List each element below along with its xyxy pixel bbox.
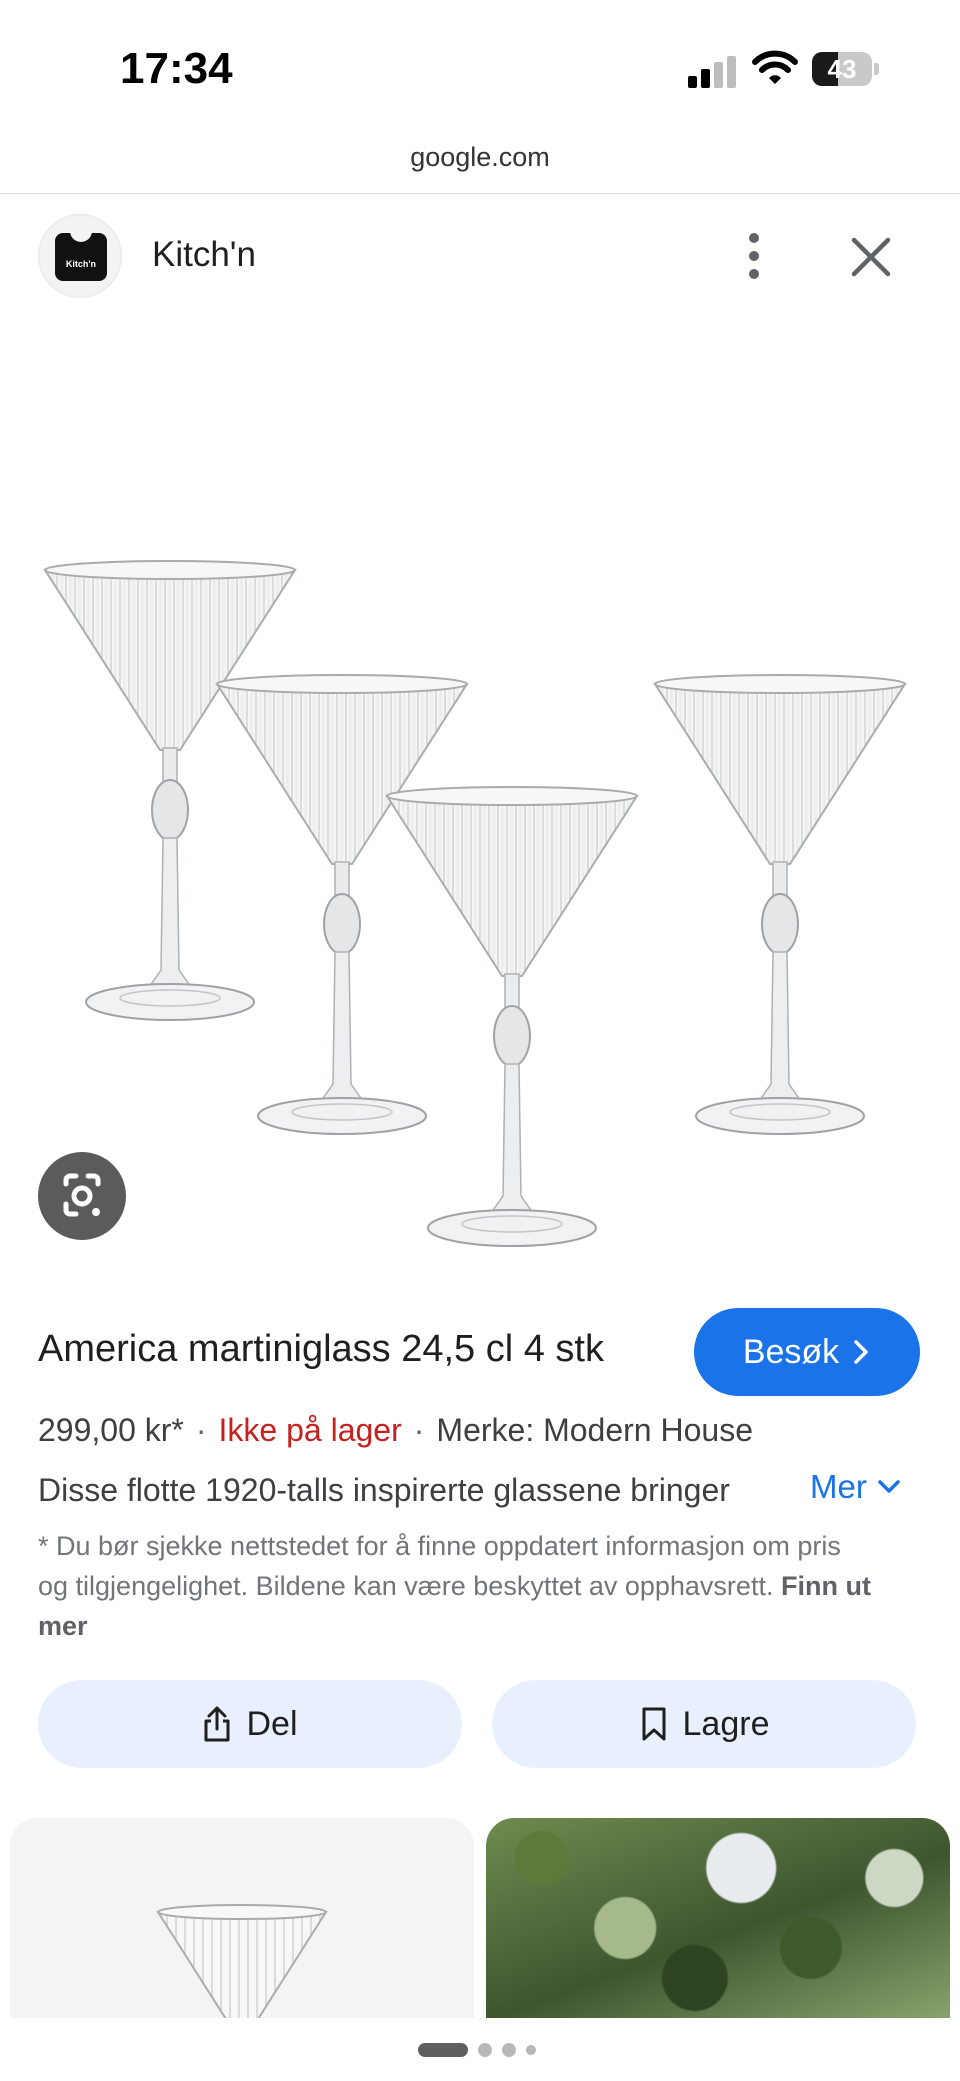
share-button[interactable]: Del [38,1680,462,1768]
separator: · [413,1412,425,1448]
save-button[interactable]: Lagre [492,1680,916,1768]
divider [0,193,960,194]
source-name[interactable]: Kitch'n [152,235,256,275]
page-dot [526,2045,536,2055]
logo-text: Kitch'n [65,259,97,269]
battery-percentage: 43 [827,54,857,84]
page-dot [502,2043,516,2057]
page-dot-active [418,2043,468,2057]
wifi-icon [752,50,798,84]
product-title: America martiniglass 24,5 cl 4 stk [38,1328,604,1370]
chevron-down-icon [878,1480,900,1493]
price: 299,00 kr* [38,1412,184,1448]
product-image[interactable] [0,320,960,1270]
close-icon[interactable] [846,232,896,282]
source-logo[interactable]: Kitch'n [38,214,122,298]
save-label: Lagre [682,1704,770,1743]
separator: · [195,1412,207,1448]
bookmark-icon [642,1707,666,1741]
chevron-right-icon [854,1340,868,1364]
google-lens-icon [63,1173,101,1217]
disclaimer: * Du bør sjekke nettstedet for å finne o… [38,1526,878,1646]
cellular-signal-icon [688,56,736,88]
url-bar[interactable]: google.com [0,142,960,173]
related-image[interactable] [486,1818,950,2018]
product-meta: 299,00 kr* · Ikke på lager · Merke: Modern H… [38,1412,753,1449]
product-description: Disse flotte 1920-talls inspirerte glass… [38,1472,730,1508]
page-dot [478,2043,492,2057]
stock-status: Ikke på lager [218,1412,402,1448]
battery-icon: 43 [812,52,880,88]
related-image[interactable] [10,1818,474,2018]
visit-button[interactable]: Besøk [694,1308,920,1396]
status-time: 17:34 [120,44,233,93]
share-icon [204,1706,230,1742]
more-label: Mer [810,1468,867,1505]
brand: Merke: Modern House [436,1412,753,1448]
google-lens-button[interactable] [38,1152,126,1240]
visit-label: Besøk [742,1332,840,1371]
more-link[interactable]: Mer [810,1468,901,1506]
disclaimer-text: * Du bør sjekke nettstedet for å finne o… [38,1531,841,1601]
more-vertical-icon[interactable] [740,230,768,282]
share-label: Del [246,1704,298,1743]
related-glass-image [156,1904,328,2018]
page-indicator [418,2042,536,2058]
